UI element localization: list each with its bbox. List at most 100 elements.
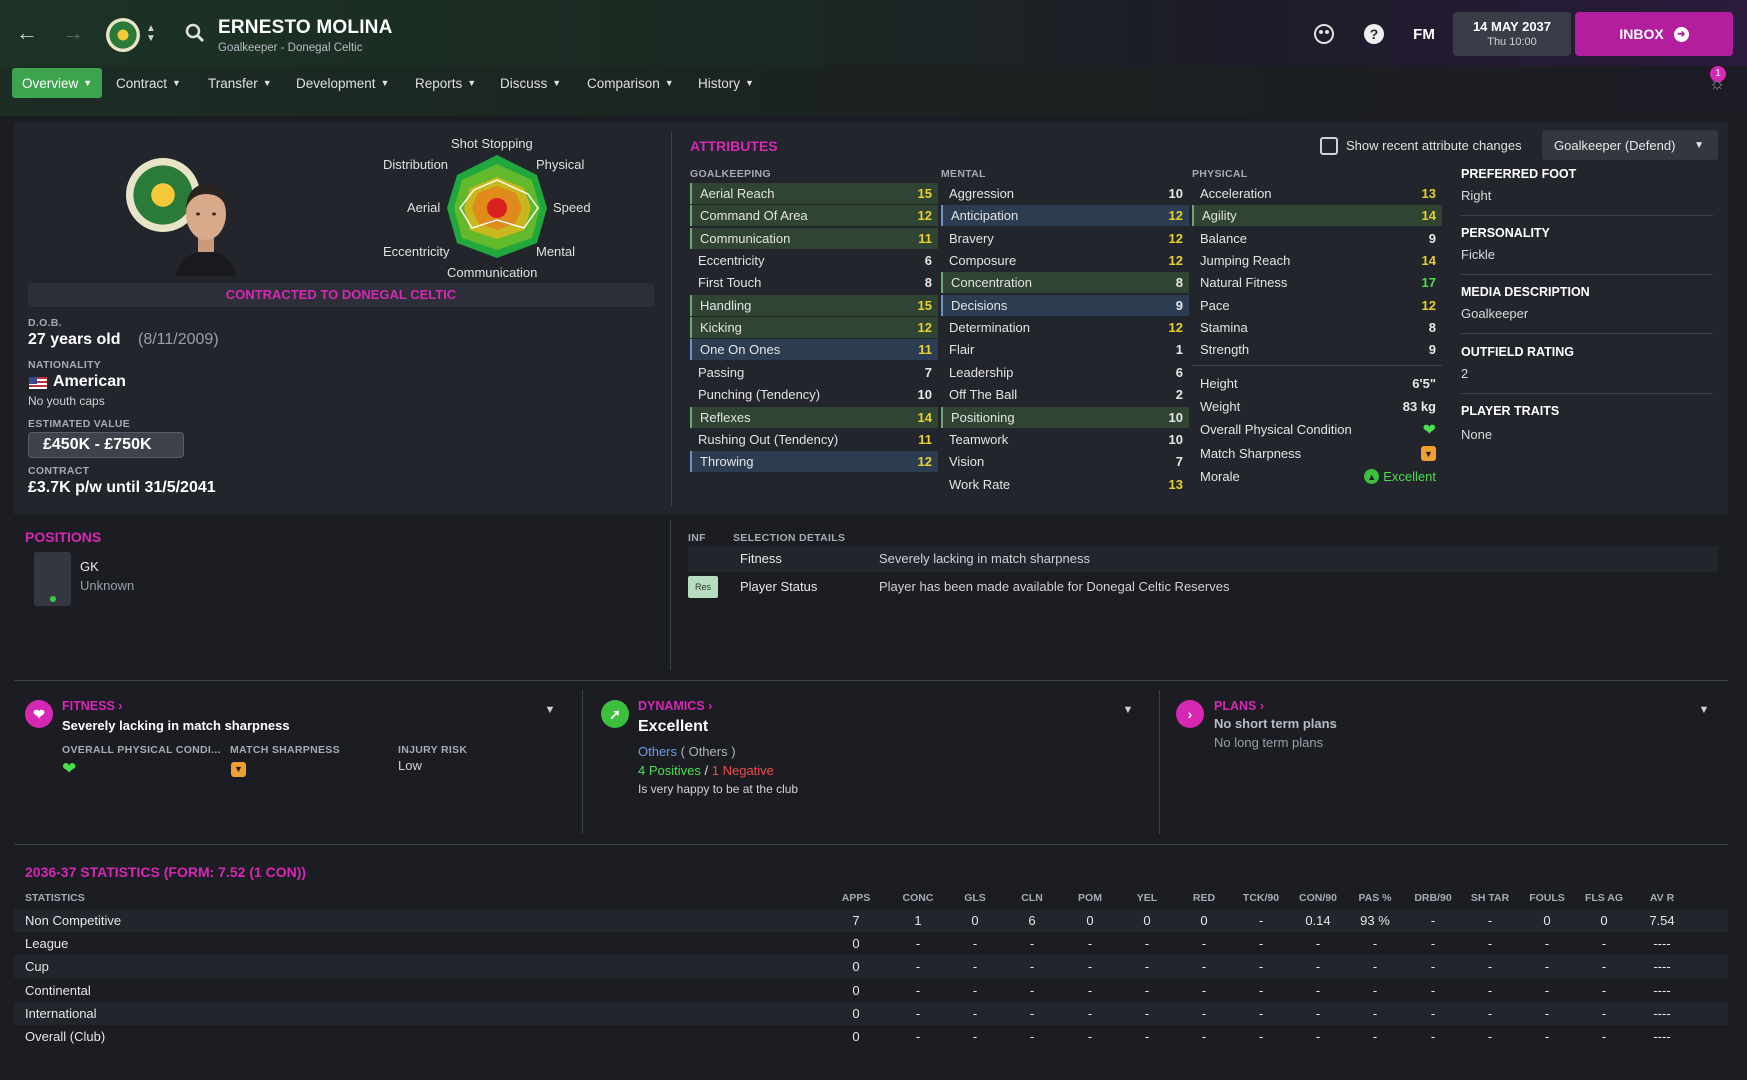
attribute-row[interactable]: Balance 9 [1192, 228, 1442, 249]
tab-discuss[interactable]: Discuss ▼ [500, 68, 561, 98]
attribute-row[interactable]: Agility 14 [1192, 205, 1442, 227]
attribute-row[interactable]: Reflexes 14 [690, 406, 938, 428]
dynamics-title-link[interactable]: DYNAMICS › [638, 699, 712, 713]
attribute-row[interactable]: Aggression 10 [941, 183, 1189, 204]
value-box[interactable]: £450K - £750K [28, 432, 184, 458]
stats-cell: - [972, 1005, 978, 1021]
stats-column-header[interactable]: FLS AG [1574, 892, 1634, 904]
attribute-row[interactable]: Stamina 8 [1192, 317, 1442, 338]
dynamics-negatives[interactable]: 1 Negative [712, 763, 774, 778]
tab-transfer[interactable]: Transfer ▼ [208, 68, 272, 98]
stats-column-header[interactable]: GLS [945, 892, 1005, 904]
dynamics-group-link[interactable]: Others [638, 744, 677, 759]
attribute-value: 14 [1421, 208, 1436, 224]
fm-menu-button[interactable]: FM [1406, 22, 1442, 46]
stats-column-header[interactable]: SH TAR [1460, 892, 1520, 904]
inbox-button[interactable]: INBOX ➜ [1575, 12, 1733, 56]
stats-cell: 0 [971, 913, 979, 928]
back-arrow-icon[interactable]: ← [12, 18, 42, 48]
attribute-row[interactable]: Pace 12 [1192, 295, 1442, 316]
attribute-row[interactable]: Aerial Reach 15 [690, 183, 938, 204]
attribute-row[interactable]: First Touch 8 [690, 272, 938, 293]
search-icon[interactable] [182, 20, 208, 46]
stats-title: 2036-37 STATISTICS (FORM: 7.52 (1 CON)) [25, 864, 307, 880]
attribute-row[interactable]: Rushing Out (Tendency) 11 [690, 429, 938, 450]
stats-cell: - [1601, 959, 1607, 975]
plans-title: PLANS [1214, 699, 1257, 713]
attribute-row[interactable]: Decisions 9 [941, 294, 1189, 316]
plans-expand-chevron-icon[interactable]: ▼ [1694, 700, 1714, 720]
date-display[interactable]: 14 MAY 2037 Thu 10:00 [1453, 12, 1571, 56]
attribute-row[interactable]: Jumping Reach 14 [1192, 250, 1442, 271]
attribute-row[interactable]: Handling 15 [690, 294, 938, 316]
fitness-title-link[interactable]: FITNESS › [62, 699, 122, 713]
plans-title-link[interactable]: PLANS › [1214, 699, 1264, 713]
role-select[interactable]: Goalkeeper (Defend) ▼ [1542, 130, 1718, 160]
attribute-row[interactable]: Natural Fitness 17 [1192, 272, 1442, 293]
stats-cell: 0 [852, 1029, 860, 1044]
attribute-row[interactable]: Kicking 12 [690, 317, 938, 339]
attribute-row[interactable]: Off The Ball 2 [941, 384, 1189, 405]
attribute-row[interactable]: Composure 12 [941, 250, 1189, 271]
attribute-row[interactable]: Teamwork 10 [941, 429, 1189, 450]
attribute-row[interactable]: Leadership 6 [941, 362, 1189, 383]
show-changes-checkbox[interactable] [1320, 137, 1338, 155]
attribute-row[interactable]: Positioning 10 [941, 406, 1189, 428]
tab-development[interactable]: Development ▼ [296, 68, 389, 98]
stats-column-header[interactable]: APPS [826, 892, 886, 904]
stats-cell: - [1029, 982, 1035, 998]
club-switch-icon[interactable]: ▲ ▼ [144, 20, 158, 48]
tab-contract[interactable]: Contract ▼ [116, 68, 181, 98]
attribute-row[interactable]: Passing 7 [690, 362, 938, 383]
help-icon[interactable]: ? [1360, 20, 1388, 48]
fitness-expand-chevron-icon[interactable]: ▼ [540, 700, 560, 720]
tab-comparison[interactable]: Comparison ▼ [587, 68, 674, 98]
attribute-value: 10 [1168, 409, 1183, 425]
section-divider [670, 520, 671, 670]
condition-row: Overall Physical Condition ❤ [1192, 419, 1442, 440]
stats-column-header[interactable]: FOULS [1517, 892, 1577, 904]
world-icon[interactable] [1310, 20, 1338, 48]
attribute-row[interactable]: Acceleration 13 [1192, 183, 1442, 204]
attribute-row[interactable]: Determination 12 [941, 317, 1189, 338]
stats-column-header[interactable]: CON/90 [1288, 892, 1348, 904]
forward-arrow-icon[interactable]: → [58, 18, 88, 48]
attribute-row[interactable]: Vision 7 [941, 451, 1189, 472]
role-select-value: Goalkeeper (Defend) [1554, 137, 1676, 153]
attribute-row[interactable]: Bravery 12 [941, 228, 1189, 249]
radar-label-aerial: Aerial [407, 200, 441, 215]
fitness-headline: Severely lacking in match sharpness [62, 718, 290, 733]
attribute-name: Composure [949, 253, 1017, 269]
stats-column-header[interactable]: AV R [1632, 892, 1692, 904]
stats-cell: - [1201, 959, 1207, 975]
stats-column-header[interactable]: POM [1060, 892, 1120, 904]
attribute-row[interactable]: One On Ones 11 [690, 339, 938, 361]
stats-column-header[interactable]: TCK/90 [1231, 892, 1291, 904]
attribute-name: Off The Ball [949, 387, 1018, 403]
stats-column-header[interactable]: RED [1174, 892, 1234, 904]
stats-column-header[interactable]: CLN [1002, 892, 1062, 904]
stats-column-header[interactable]: YEL [1117, 892, 1177, 904]
attribute-row[interactable]: Throwing 12 [690, 451, 938, 473]
tab-history[interactable]: History ▼ [698, 68, 754, 98]
attribute-value: 15 [917, 297, 932, 313]
attribute-row[interactable]: Eccentricity 6 [690, 250, 938, 271]
attribute-row[interactable]: Concentration 8 [941, 272, 1189, 294]
traits-value: None [1461, 427, 1493, 442]
dynamics-positives[interactable]: 4 Positives [638, 763, 701, 778]
stats-column-header[interactable]: PAS % [1345, 892, 1405, 904]
attribute-row[interactable]: Communication 11 [690, 227, 938, 249]
stats-column-header[interactable]: DRB/90 [1403, 892, 1463, 904]
tab-reports[interactable]: Reports ▼ [415, 68, 476, 98]
stats-column-header[interactable]: CONC [888, 892, 948, 904]
attribute-name: Flair [949, 342, 975, 358]
tab-overview[interactable]: Overview ▼ [12, 68, 103, 98]
attribute-row[interactable]: Work Rate 13 [941, 474, 1189, 495]
dynamics-expand-chevron-icon[interactable]: ▼ [1118, 700, 1138, 720]
attribute-row[interactable]: Anticipation 12 [941, 205, 1189, 227]
attribute-row[interactable]: Punching (Tendency) 10 [690, 384, 938, 405]
club-crest-icon[interactable] [106, 18, 140, 52]
attribute-row[interactable]: Strength 9 [1192, 339, 1442, 360]
attribute-row[interactable]: Flair 1 [941, 339, 1189, 360]
attribute-row[interactable]: Command Of Area 12 [690, 205, 938, 227]
